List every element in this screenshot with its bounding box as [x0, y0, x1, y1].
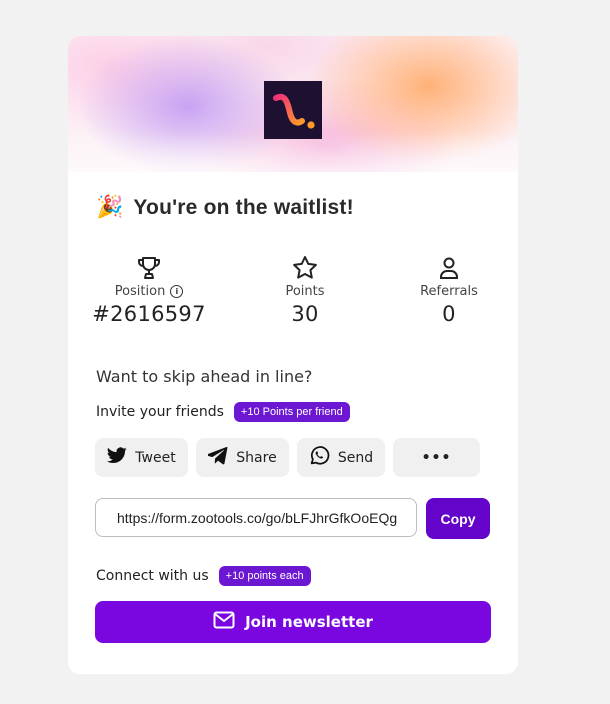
share-button[interactable]: Share: [196, 438, 289, 477]
stat-value-points: 30: [291, 302, 319, 326]
share-buttons: Tweet Share Send •••: [95, 438, 480, 477]
stat-label-points: Points: [285, 284, 325, 299]
star-icon: [291, 254, 319, 282]
trophy-icon: [137, 254, 161, 282]
send-label: Send: [337, 449, 374, 466]
party-popper-icon: 🎉: [96, 195, 124, 220]
join-newsletter-button[interactable]: Join newsletter: [95, 601, 491, 643]
stat-position: Position i #2616597: [79, 254, 219, 326]
connect-label: Connect with us: [96, 568, 209, 584]
stat-value-referrals: 0: [442, 302, 456, 326]
invite-label: Invite your friends: [96, 404, 224, 420]
brand-logo: [264, 81, 322, 139]
user-icon: [439, 254, 459, 282]
tweet-button[interactable]: Tweet: [95, 438, 188, 477]
invite-points-badge: +10 Points per friend: [233, 402, 350, 422]
tweet-label: Tweet: [135, 449, 176, 466]
invite-row: Invite your friends +10 Points per frien…: [96, 402, 350, 422]
page-title: You're on the waitlist!: [133, 196, 354, 219]
send-button[interactable]: Send: [297, 438, 385, 477]
connect-row: Connect with us +10 points each: [96, 566, 311, 586]
title-row: 🎉 You're on the waitlist!: [96, 196, 354, 220]
referral-url-input[interactable]: [95, 498, 417, 537]
waitlist-card: 🎉 You're on the waitlist! Position i #26…: [68, 36, 518, 674]
more-icon: •••: [421, 449, 452, 466]
connect-points-badge: +10 points each: [218, 566, 311, 586]
join-newsletter-label: Join newsletter: [245, 613, 373, 631]
skip-heading: Want to skip ahead in line?: [96, 367, 313, 386]
referral-url-row: Copy: [95, 498, 490, 539]
telegram-icon: [207, 446, 228, 469]
twitter-icon: [107, 447, 127, 468]
stat-points: Points 30: [235, 254, 375, 326]
share-label: Share: [236, 449, 277, 466]
stat-label-position: Position: [114, 284, 166, 299]
mail-icon: [213, 611, 235, 633]
copy-button[interactable]: Copy: [426, 498, 490, 539]
stat-label-referrals: Referrals: [420, 284, 478, 299]
whatsapp-icon: [309, 445, 330, 470]
more-button[interactable]: •••: [393, 438, 480, 477]
stat-value-position: #2616597: [92, 302, 206, 326]
stat-referrals: Referrals 0: [379, 254, 518, 326]
info-icon[interactable]: i: [170, 285, 184, 298]
